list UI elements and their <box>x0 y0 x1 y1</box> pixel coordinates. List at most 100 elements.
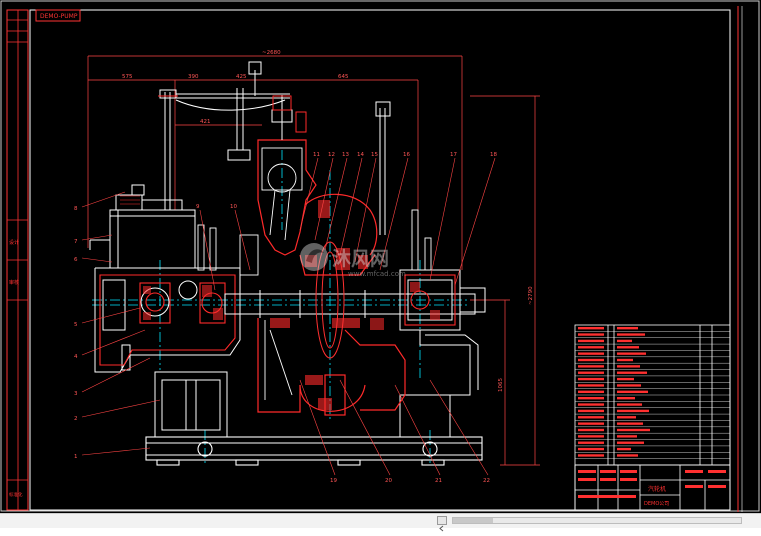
callout-top-10: 18 <box>490 152 497 158</box>
parts-row-code-mark <box>578 422 604 425</box>
valve-linkage <box>159 61 391 235</box>
chevron-left-icon <box>439 525 444 532</box>
parts-row-code-mark <box>578 371 604 374</box>
parts-row-code-mark <box>578 333 604 336</box>
parts-row-name-mark <box>617 428 650 432</box>
parts-row-name-mark <box>617 327 638 330</box>
turbine-casing-white <box>239 147 303 400</box>
title-block-company: DEMO公司 <box>644 501 669 507</box>
margin-label-2: 审核 <box>9 279 19 286</box>
scrollbar-thumb[interactable] <box>453 518 493 523</box>
parts-row-name-mark <box>617 358 633 362</box>
title-block-red <box>578 470 726 498</box>
parts-row-name-mark <box>617 435 637 438</box>
dim-seg-3: 425 <box>236 74 247 80</box>
parts-row-code-mark <box>578 377 604 381</box>
dim-seg-5: 421 <box>200 119 211 125</box>
callout-top-7: 15 <box>371 152 378 158</box>
parts-row-name-mark <box>617 447 631 451</box>
callout-top-6: 14 <box>357 152 364 158</box>
callout-top-1: 9 <box>196 204 200 210</box>
parts-row-code-mark <box>578 339 604 343</box>
callout-bottom-3: 21 <box>435 478 442 484</box>
callout-top-8: 16 <box>403 152 410 158</box>
governor-housing <box>89 184 196 269</box>
dim-overall-width: ~2680 <box>262 50 281 56</box>
pedestal <box>154 371 451 438</box>
title-tab-text: DEMO-PUMP <box>40 13 78 20</box>
parts-row-code-mark <box>578 441 604 444</box>
parts-row-code-mark <box>578 435 604 438</box>
left-margin-strip: 设计 审核 标准化 <box>6 9 29 511</box>
bottom-toolbar <box>0 513 761 532</box>
watermark-logo-icon <box>300 243 328 271</box>
parts-row-name-mark <box>617 397 635 400</box>
margin-label-3: 标准化 <box>9 491 23 498</box>
callout-bottom-1: 19 <box>330 478 337 484</box>
margin-label-1: 设计 <box>9 239 19 246</box>
parts-row-code-mark <box>578 454 604 457</box>
dim-seg-4: 645 <box>338 74 349 80</box>
callout-top-9: 17 <box>450 152 457 158</box>
parts-row-name-mark <box>617 352 646 355</box>
callout-left-2: 7 <box>74 239 78 245</box>
watermark: 沐风网 www.mfcad.com <box>300 243 406 278</box>
parts-row-code-mark <box>578 409 604 413</box>
horizontal-scrollbar[interactable] <box>452 517 742 524</box>
callout-bottom-4: 22 <box>483 478 490 484</box>
callout-bottom-2: 20 <box>385 478 392 484</box>
callout-top-2: 10 <box>230 204 237 210</box>
parts-row-code-mark <box>578 358 604 362</box>
parts-row-name-mark <box>617 403 642 406</box>
parts-row-name-mark <box>617 441 644 444</box>
callout-left-1: 8 <box>74 206 78 212</box>
title-block-name: 汽轮机 <box>648 485 666 493</box>
parts-row-code-mark <box>578 447 604 451</box>
callout-left-8: 1 <box>74 454 78 460</box>
parts-row-name-mark <box>617 339 632 343</box>
dim-overall-height: ~2790 <box>528 286 534 305</box>
parts-row-code-mark <box>578 390 604 393</box>
parts-row-name-mark <box>617 390 648 393</box>
watermark-url: www.mfcad.com <box>348 270 406 278</box>
parts-row-name-mark <box>617 416 636 419</box>
parts-row-code-mark <box>578 397 604 400</box>
dim-left-segment: 575 <box>122 74 133 80</box>
parts-row-code-mark <box>578 428 604 432</box>
dim-seg-2: 390 <box>188 74 199 80</box>
base-frame <box>145 436 483 466</box>
callout-left-5: 4 <box>74 354 78 360</box>
cad-viewport[interactable]: 设计 审核 标准化 DEMO-PUMP ~2680 575 390 425 64… <box>0 0 761 513</box>
parts-row-code-mark <box>578 416 604 419</box>
parts-row-code-mark <box>578 365 604 368</box>
parts-row-code-mark <box>578 403 604 406</box>
watermark-brand: 沐风网 <box>332 248 389 270</box>
parts-row-code-mark <box>578 327 604 330</box>
drawing-canvas: 设计 审核 标准化 DEMO-PUMP ~2680 575 390 425 64… <box>0 0 760 512</box>
parts-row-code-mark <box>578 384 604 387</box>
parts-row-name-mark <box>617 409 649 413</box>
governor-hatching <box>120 195 140 205</box>
parts-row-name-mark <box>617 333 645 336</box>
parts-row-code-mark <box>578 352 604 355</box>
nav-left-button[interactable] <box>437 516 447 532</box>
center-lines <box>92 150 470 465</box>
parts-row-name-mark <box>617 384 641 387</box>
parts-row-name-mark <box>617 365 640 368</box>
parts-row-name-mark <box>617 371 647 374</box>
callout-top-5: 13 <box>342 152 349 158</box>
callout-left-4: 5 <box>74 322 78 328</box>
parts-row-name-mark <box>617 454 638 457</box>
title-tab: DEMO-PUMP <box>35 9 81 22</box>
callout-left-6: 3 <box>74 391 78 397</box>
parts-row-code-mark <box>578 346 604 349</box>
front-bearing-hatch <box>143 285 223 320</box>
dim-lower-height: 1065 <box>498 378 504 392</box>
parts-row-name-mark <box>617 346 639 349</box>
callout-top-3: 11 <box>313 152 320 158</box>
parts-row-name-mark <box>617 377 634 381</box>
callout-left-3: 6 <box>74 257 78 263</box>
parts-list-rows <box>575 327 730 459</box>
callout-top-4: 12 <box>328 152 335 158</box>
callout-left-7: 2 <box>74 416 78 422</box>
